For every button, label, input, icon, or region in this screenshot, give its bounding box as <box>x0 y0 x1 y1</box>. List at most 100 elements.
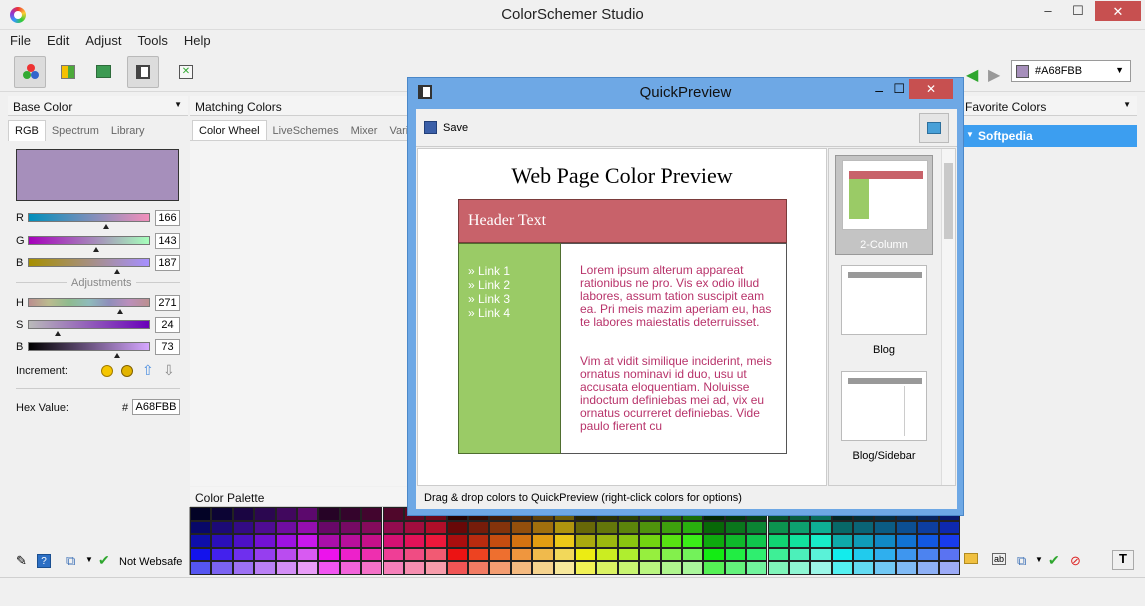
palette-swatch[interactable] <box>617 547 640 562</box>
palette-swatch[interactable] <box>190 561 212 575</box>
quickpreview-toggle-button[interactable] <box>127 56 159 88</box>
palette-swatch[interactable] <box>788 561 811 575</box>
palette-swatch[interactable] <box>510 534 533 548</box>
palette-swatch[interactable] <box>254 520 276 535</box>
hue-value-field[interactable]: 271 <box>155 295 180 311</box>
palette-swatch[interactable] <box>190 507 212 521</box>
palette-swatch[interactable] <box>681 547 704 562</box>
green-slider-thumb[interactable] <box>93 247 99 252</box>
palette-swatch[interactable] <box>660 520 682 535</box>
palette-swatch[interactable] <box>318 534 340 548</box>
palette-swatch[interactable] <box>917 520 939 535</box>
palette-swatch[interactable] <box>853 547 875 562</box>
palette-swatch[interactable] <box>596 547 618 562</box>
palette-swatch[interactable] <box>468 520 490 535</box>
palette-swatch[interactable] <box>553 520 575 535</box>
back-arrow-icon[interactable]: ◀ <box>966 65 978 85</box>
palette-swatch[interactable] <box>361 534 383 548</box>
palette-swatch[interactable] <box>553 547 575 562</box>
palette-swatch[interactable] <box>724 561 747 575</box>
palette-swatch[interactable] <box>617 534 640 548</box>
palette-swatch[interactable] <box>489 561 511 575</box>
palette-swatch[interactable] <box>468 547 490 562</box>
brightness-value-field[interactable]: 73 <box>155 339 180 355</box>
palette-swatch[interactable] <box>831 534 854 548</box>
template-scrollbar[interactable] <box>941 149 955 485</box>
palette-tool-button[interactable] <box>52 56 84 88</box>
palette-swatch[interactable] <box>425 534 447 548</box>
palette-swatch[interactable] <box>553 534 575 548</box>
palette-swatch[interactable] <box>425 547 447 562</box>
palette-swatch[interactable] <box>703 520 725 535</box>
tab-color-wheel[interactable]: Color Wheel <box>192 120 267 141</box>
arrow-down-icon[interactable]: ⇩ <box>163 362 175 379</box>
copy-icon[interactable]: ⧉ <box>1017 553 1026 569</box>
palette-swatch[interactable] <box>489 520 511 535</box>
tab-mixer[interactable]: Mixer <box>345 121 384 141</box>
palette-swatch[interactable] <box>296 534 319 548</box>
palette-swatch[interactable] <box>746 534 768 548</box>
palette-swatch[interactable] <box>361 547 383 562</box>
chevron-down-icon[interactable]: ▼ <box>174 100 182 109</box>
qp-close-button[interactable]: ✕ <box>909 79 953 99</box>
palette-swatch[interactable] <box>703 561 725 575</box>
palette-swatch[interactable] <box>724 534 747 548</box>
matching-colors-canvas[interactable] <box>190 140 410 486</box>
palette-swatch[interactable] <box>446 547 469 562</box>
palette-swatch[interactable] <box>532 520 554 535</box>
palette-swatch[interactable] <box>660 547 682 562</box>
palette-swatch[interactable] <box>361 507 383 521</box>
red-slider[interactable] <box>28 213 150 222</box>
palette-swatch[interactable] <box>575 520 597 535</box>
palette-swatch[interactable] <box>510 561 533 575</box>
screens-icon[interactable] <box>919 113 949 143</box>
palette-swatch[interactable] <box>788 534 811 548</box>
palette-swatch[interactable] <box>232 547 255 562</box>
arrow-up-icon[interactable]: ⇧ <box>142 362 154 379</box>
palette-swatch[interactable] <box>468 561 490 575</box>
blue-slider[interactable] <box>28 258 150 267</box>
palette-swatch[interactable] <box>468 534 490 548</box>
palette-swatch[interactable] <box>917 561 939 575</box>
palette-swatch[interactable] <box>660 534 682 548</box>
palette-swatch[interactable] <box>339 561 362 575</box>
palette-swatch[interactable] <box>510 547 533 562</box>
tab-library[interactable]: Library <box>105 121 151 141</box>
palette-swatch[interactable] <box>190 520 212 535</box>
green-slider[interactable] <box>28 236 150 245</box>
palette-swatch[interactable] <box>853 534 875 548</box>
saturation-slider-thumb[interactable] <box>55 331 61 336</box>
palette-swatch[interactable] <box>746 561 768 575</box>
blue-slider-thumb[interactable] <box>114 269 120 274</box>
palette-swatch[interactable] <box>767 520 789 535</box>
palette-swatch[interactable] <box>853 561 875 575</box>
delete-icon[interactable]: ⊘ <box>1070 553 1081 569</box>
palette-swatch[interactable] <box>232 534 255 548</box>
red-value-field[interactable]: 166 <box>155 210 180 226</box>
color-palette-grid[interactable] <box>189 507 960 575</box>
brightness-slider-thumb[interactable] <box>114 353 120 358</box>
palette-swatch[interactable] <box>254 507 276 521</box>
palette-swatch[interactable] <box>767 534 789 548</box>
color-mode-button[interactable] <box>14 56 46 88</box>
palette-swatch[interactable] <box>596 561 618 575</box>
palette-swatch[interactable] <box>211 534 233 548</box>
palette-swatch[interactable] <box>703 547 725 562</box>
menu-adjust[interactable]: Adjust <box>75 30 127 48</box>
palette-swatch[interactable] <box>767 561 789 575</box>
palette-swatch[interactable] <box>788 520 811 535</box>
palette-swatch[interactable] <box>318 520 340 535</box>
palette-swatch[interactable] <box>510 520 533 535</box>
palette-swatch[interactable] <box>232 561 255 575</box>
palette-swatch[interactable] <box>810 534 832 548</box>
palette-swatch[interactable] <box>810 520 832 535</box>
palette-swatch[interactable] <box>211 520 233 535</box>
palette-swatch[interactable] <box>575 547 597 562</box>
palette-swatch[interactable] <box>211 561 233 575</box>
red-slider-thumb[interactable] <box>103 224 109 229</box>
palette-swatch[interactable] <box>639 561 661 575</box>
palette-swatch[interactable] <box>382 534 404 548</box>
palette-swatch[interactable] <box>895 547 918 562</box>
palette-swatch[interactable] <box>681 520 704 535</box>
forward-arrow-icon[interactable]: ▶ <box>988 65 1000 85</box>
